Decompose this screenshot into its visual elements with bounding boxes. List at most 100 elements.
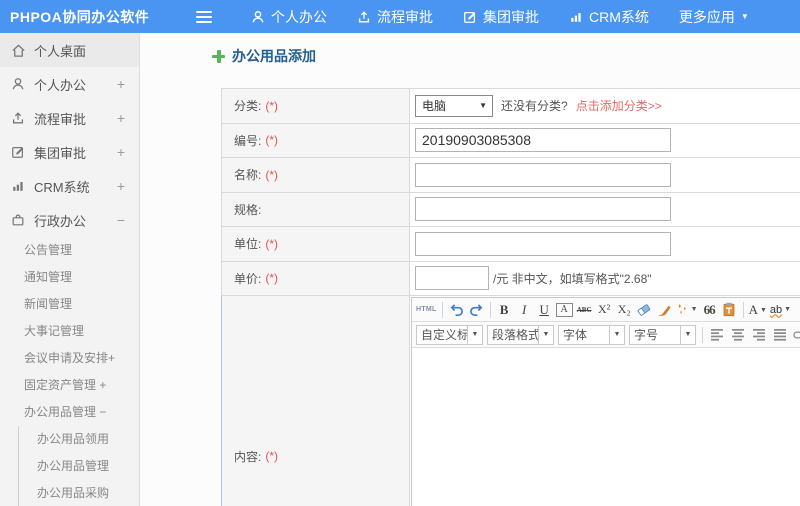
italic-button[interactable]: I xyxy=(516,301,533,319)
undo-icon[interactable] xyxy=(448,301,465,319)
edit-icon xyxy=(463,10,477,24)
align-center-icon[interactable] xyxy=(730,326,747,344)
price-input[interactable] xyxy=(415,266,489,291)
caret-down-icon: ▼ xyxy=(759,305,767,314)
bold-button[interactable]: B xyxy=(496,301,513,319)
sidebar-item-supplies-manage[interactable]: 办公用品管理 xyxy=(19,453,139,480)
font-size-dropdown[interactable]: 字号 ▼ xyxy=(629,324,696,345)
nav-label: 更多应用 xyxy=(678,8,735,25)
nav-label: 流程审批 xyxy=(377,8,433,25)
caret-down-icon: ▼ xyxy=(538,325,553,344)
justify-icon[interactable] xyxy=(772,326,789,344)
sidebar-item-label: 流程审批 xyxy=(34,111,87,127)
code-label: 编号: (*) xyxy=(222,123,410,157)
code-input[interactable] xyxy=(415,128,671,153)
align-left-icon[interactable] xyxy=(709,326,726,344)
required-mark: (*) xyxy=(265,449,279,463)
plus-icon xyxy=(212,49,225,63)
home-icon xyxy=(10,43,26,58)
sidebar-item-news-mgmt[interactable]: 新闻管理 xyxy=(0,291,139,318)
format-painter-icon[interactable]: ▼ xyxy=(676,301,698,319)
sidebar-item-label: CRM系统 xyxy=(34,179,90,195)
brush-icon[interactable] xyxy=(656,301,673,319)
chart-icon xyxy=(10,179,26,193)
superscript-button[interactable]: X² xyxy=(596,301,613,319)
person-icon xyxy=(10,77,26,91)
supplies-add-form: 分类: (*) 电脑 ▼ 还没有分类? 点击添加分类>> 编号: (*) 201… xyxy=(221,88,800,506)
subscript-button[interactable]: X₂ xyxy=(616,301,633,319)
paste-icon[interactable] xyxy=(721,301,738,319)
required-mark: (*) xyxy=(265,167,279,182)
caret-down-icon: ▼ xyxy=(467,325,482,344)
sidebar-item-supplies-claim[interactable]: 办公用品领用 xyxy=(19,426,139,453)
sidebar-item-announcement-mgmt[interactable]: 公告管理 xyxy=(0,237,139,264)
person-icon xyxy=(251,10,265,24)
html-source-button[interactable]: HTML xyxy=(416,301,437,319)
nav-workflow-approval[interactable]: 流程审批 xyxy=(342,0,448,33)
form-row-price: 单价: (*) /元 非中文，如填写格式"2.68" xyxy=(222,261,800,296)
blockquote-button[interactable]: 66 xyxy=(701,301,718,319)
sidebar-item-notice-mgmt[interactable]: 通知管理 xyxy=(0,264,139,291)
collapse-toggle[interactable]: − xyxy=(117,212,125,228)
form-row-category: 分类: (*) 电脑 ▼ 还没有分类? 点击添加分类>> xyxy=(222,89,800,124)
paragraph-format-dropdown[interactable]: 段落格式 ▼ xyxy=(487,324,554,345)
sidebar-item-supplies-purchase[interactable]: 办公用品采购 xyxy=(19,480,139,506)
main-content: 办公用品添加 分类: (*) 电脑 ▼ 还没有分类? 点击添加分类>> 编号: … xyxy=(140,33,800,506)
font-family-dropdown[interactable]: 字体 ▼ xyxy=(558,324,625,345)
chart-icon xyxy=(569,10,583,24)
caret-down-icon: ▼ xyxy=(740,11,749,21)
edit-icon xyxy=(10,145,26,159)
eraser-icon[interactable] xyxy=(636,301,653,319)
strikethrough-button[interactable]: ABC xyxy=(576,301,593,319)
price-label: 单价: (*) xyxy=(222,261,410,295)
nav-personal-office[interactable]: 个人办公 xyxy=(236,0,342,33)
name-input[interactable] xyxy=(415,162,671,187)
nav-group-approval[interactable]: 集团审批 xyxy=(448,0,554,33)
editor-toolbar-row1: HTML B I U A ABC X² X₂ ▼ 66 A ▼ ab ▼ xyxy=(412,298,800,322)
spec-label: 规格: xyxy=(222,192,410,226)
unit-input[interactable] xyxy=(415,231,671,256)
sidebar-item-desktop[interactable]: 个人桌面 xyxy=(0,33,139,67)
caret-down-icon: ▼ xyxy=(690,306,698,313)
sidebar-item-personal-office[interactable]: 个人办公 + xyxy=(0,67,139,101)
required-mark: (*) xyxy=(265,98,279,113)
category-selected-value: 电脑 xyxy=(422,99,447,114)
expand-toggle[interactable]: + xyxy=(117,110,125,126)
nav-crm-system[interactable]: CRM系统 xyxy=(554,0,664,33)
sidebar-item-group-approval[interactable]: 集团审批 + xyxy=(0,135,139,169)
hamburger-icon[interactable] xyxy=(196,8,212,26)
sidebar-item-workflow-approval[interactable]: 流程审批 + xyxy=(0,101,139,135)
sidebar-item-office-supplies-mgmt[interactable]: 办公用品管理 − xyxy=(0,399,139,426)
sidebar-item-events-mgmt[interactable]: 大事记管理 xyxy=(0,318,139,345)
expand-toggle[interactable]: + xyxy=(117,178,125,194)
align-right-icon[interactable] xyxy=(751,326,768,344)
nav-more-apps[interactable]: 更多应用 ▼ xyxy=(664,0,764,33)
font-border-button[interactable]: A xyxy=(555,302,573,317)
link-icon[interactable] xyxy=(793,326,800,344)
redo-icon[interactable] xyxy=(468,301,485,319)
font-color-button[interactable]: A ▼ xyxy=(749,301,767,319)
editor-content-area[interactable] xyxy=(412,348,800,506)
sidebar-item-admin-office[interactable]: 行政办公 − xyxy=(0,203,139,237)
sidebar-item-fixed-assets-mgmt[interactable]: 固定资产管理 + xyxy=(0,372,139,399)
underline-button[interactable]: U xyxy=(536,301,553,319)
custom-title-dropdown[interactable]: 自定义标题▼ xyxy=(416,324,483,345)
nav-label: 个人办公 xyxy=(271,8,327,25)
expand-toggle[interactable]: + xyxy=(117,76,125,92)
add-category-link[interactable]: 点击添加分类>> xyxy=(576,97,662,114)
caret-down-icon: ▼ xyxy=(784,306,792,313)
sidebar-item-meeting-mgmt[interactable]: 会议申请及安排+ xyxy=(0,345,139,372)
nav-label: 集团审批 xyxy=(483,8,539,25)
spec-input[interactable] xyxy=(415,197,671,222)
highlight-color-button[interactable]: ab ▼ xyxy=(770,301,791,319)
form-row-unit: 单位: (*) xyxy=(222,227,800,262)
page-title-text: 办公用品添加 xyxy=(232,48,316,64)
form-row-code: 编号: (*) xyxy=(222,123,800,158)
sidebar-item-crm[interactable]: CRM系统 + xyxy=(0,169,139,203)
category-select[interactable]: 电脑 ▼ xyxy=(415,94,493,117)
name-label: 名称: (*) xyxy=(222,158,410,192)
sidebar-item-label: 个人办公 xyxy=(34,77,87,93)
category-prompt: 还没有分类? xyxy=(501,99,568,114)
form-row-spec: 规格: xyxy=(222,192,800,227)
expand-toggle[interactable]: + xyxy=(117,144,125,160)
